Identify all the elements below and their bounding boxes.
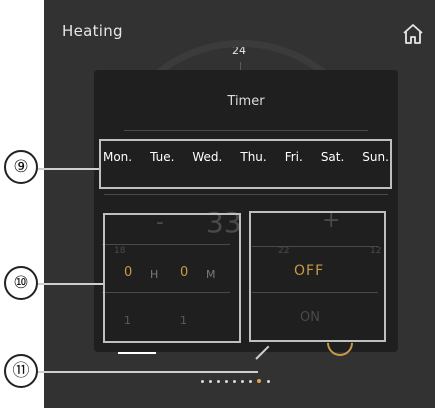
highlight-time — [103, 213, 241, 343]
pager-dot[interactable] — [217, 380, 220, 383]
pager-dot[interactable] — [249, 380, 252, 383]
timer-title: Timer — [227, 94, 265, 109]
highlight-onoff — [249, 211, 386, 342]
active-page-indicator — [118, 352, 156, 354]
highlight-weekdays — [99, 139, 392, 189]
pager-dot[interactable] — [225, 380, 228, 383]
callout-11: ⑪ — [4, 354, 38, 388]
callout-line-9 — [36, 168, 99, 170]
callout-line-10 — [36, 283, 103, 285]
callout-9: ⑨ — [4, 150, 38, 184]
pager-dot[interactable] — [233, 380, 236, 383]
callout-10: ⑩ — [4, 266, 38, 300]
page-title: Heating — [62, 22, 123, 40]
pager-dot-active[interactable] — [257, 379, 261, 383]
thermostat-screen: Heating 24 Timer Mon. Tue. Wed. Thu. Fri… — [44, 0, 435, 408]
divider — [104, 194, 388, 195]
pager-dot[interactable] — [201, 380, 204, 383]
callout-line-11 — [36, 371, 258, 373]
home-icon[interactable] — [401, 22, 425, 46]
divider — [124, 130, 368, 131]
pager-dot[interactable] — [267, 380, 270, 383]
pager-dot[interactable] — [241, 380, 244, 383]
pager-dot[interactable] — [209, 380, 212, 383]
